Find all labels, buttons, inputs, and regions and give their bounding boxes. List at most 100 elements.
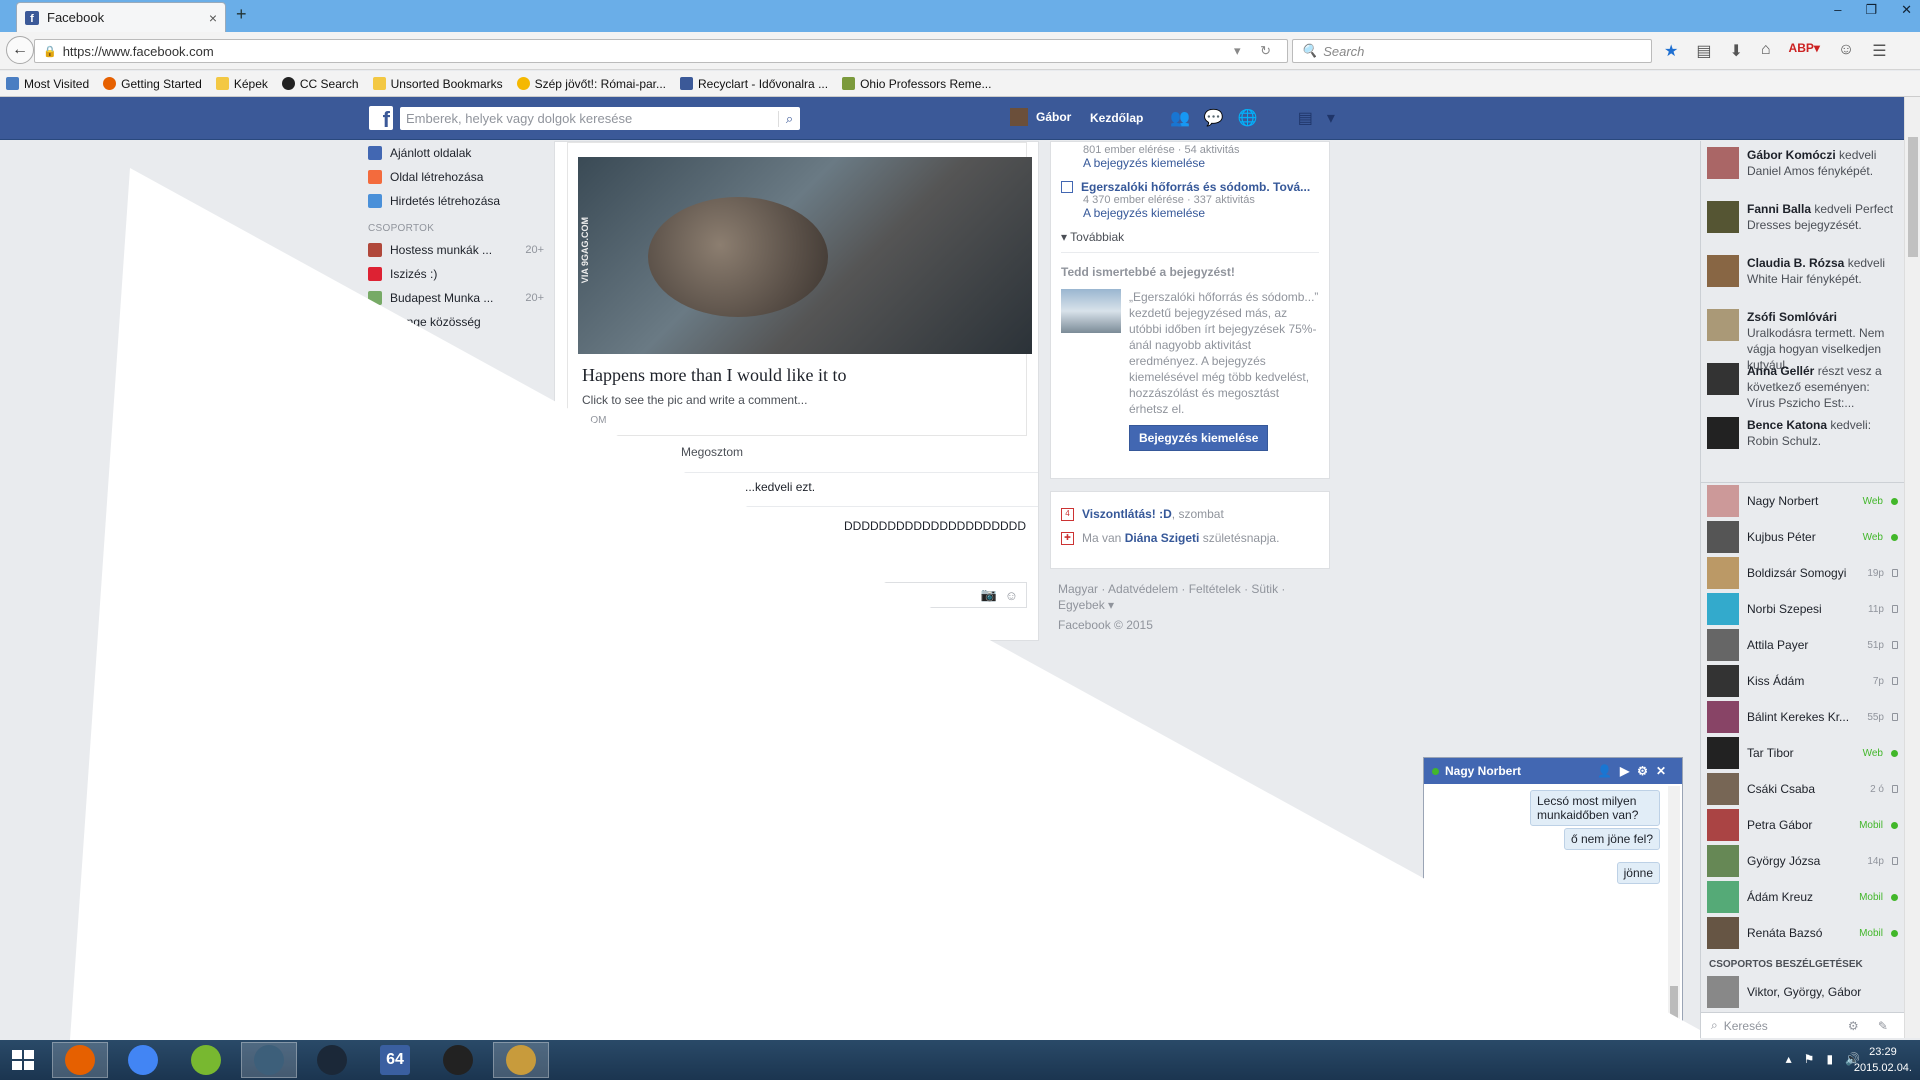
minimize-button[interactable]: – — [1834, 2, 1841, 18]
profile-link[interactable]: Gábor — [1010, 108, 1071, 126]
chat-contact[interactable]: Csáki Csaba 2 ó — [1701, 771, 1904, 807]
emoji-icon[interactable]: ☺ — [1005, 588, 1018, 603]
ticker-item[interactable]: Bence Katona kedveli: Robin Schulz. — [1701, 411, 1904, 465]
new-tab-button[interactable]: + — [236, 4, 247, 25]
taskbar-teamspeak[interactable] — [241, 1042, 297, 1078]
taskbar-steam[interactable] — [304, 1042, 360, 1078]
sidebar-group-item[interactable]: Iszizés :) — [368, 262, 544, 286]
taskbar-64[interactable]: 64 — [367, 1042, 423, 1078]
chat-contact[interactable]: György Józsa 14p — [1701, 843, 1904, 879]
reload-icon[interactable]: ▾ ↻ — [1234, 43, 1287, 59]
chat-icon[interactable]: ☺ — [1838, 41, 1854, 61]
taskbar-chrome[interactable] — [115, 1042, 171, 1078]
search-icon[interactable]: ⌕ — [778, 110, 800, 127]
menu-icon[interactable]: ☰ — [1872, 41, 1886, 61]
back-icon[interactable]: ← — [6, 36, 34, 64]
chat-settings-icon[interactable]: ⚙ ✎ — [1848, 1019, 1904, 1033]
close-icon[interactable]: ✕ — [1656, 764, 1674, 778]
camera-icon[interactable]: 📷 — [981, 587, 997, 603]
close-button[interactable]: ✕ — [1901, 2, 1912, 18]
more-link[interactable]: ▾ Továbbiak — [1061, 230, 1319, 253]
tray-arrow-icon[interactable]: ▴ — [1786, 1052, 1792, 1066]
bookmark-kepek[interactable]: Képek — [215, 77, 268, 91]
footer-links[interactable]: Magyar · Adatvédelem · Feltételek · Süti… — [1058, 581, 1330, 613]
boost-link[interactable]: A bejegyzés kiemelése — [1083, 206, 1319, 220]
home-link[interactable]: Kezdőlap — [1090, 111, 1143, 125]
page-scrollbar[interactable] — [1904, 97, 1920, 1038]
adblock-icon[interactable]: ABP▾ — [1789, 41, 1820, 61]
chat-contact[interactable]: Renáta Bazsó Mobil — [1701, 915, 1904, 951]
chat-contact[interactable]: Kujbus Péter Web — [1701, 519, 1904, 555]
network-icon[interactable]: ▮ — [1826, 1052, 1833, 1066]
taskbar-league[interactable] — [493, 1042, 549, 1078]
flag-icon[interactable]: ⚑ — [1804, 1052, 1815, 1066]
sidebar-group-item[interactable]: ...ange közösség — [368, 310, 544, 334]
sidebar-item-create-page[interactable]: Oldal létrehozása — [368, 165, 544, 189]
taskbar-clock[interactable]: 23:29 2015.02.04. — [1854, 1044, 1912, 1076]
scrollbar-thumb[interactable] — [1670, 986, 1678, 1026]
ticker-item[interactable]: Fanni Balla kedveli Perfect Dresses beje… — [1701, 195, 1904, 249]
bookmark-most-visited[interactable]: Most Visited — [6, 77, 89, 91]
birthday-item[interactable]: ✚ Ma van Diána Szigeti születésnapja. — [1061, 526, 1319, 550]
boost-link[interactable]: A bejegyzés kiemelése — [1083, 156, 1319, 170]
chat-contact[interactable]: Petra Gábor Mobil — [1701, 807, 1904, 843]
event-item[interactable]: 4 Viszontlátás! :D, szombat — [1061, 502, 1319, 526]
comment-input[interactable]: 📷 ☺ — [567, 582, 1027, 608]
sidebar-group-item[interactable]: ...tó /... — [368, 334, 544, 358]
sidebar-group-item[interactable]: Budapest Munka ... 20+ — [368, 286, 544, 310]
taskbar-firefox[interactable] — [52, 1042, 108, 1078]
sidebar-item-create-ad[interactable]: Hirdetés létrehozása — [368, 189, 544, 213]
ticker-item[interactable]: Gábor Komóczi kedveli Daniel Amos fényké… — [1701, 141, 1904, 195]
url-bar[interactable]: 🔒 https://www.facebook.com ▾ ↻ — [34, 39, 1288, 63]
link-preview[interactable]: VIA 9GAG.COM Happens more than I would l… — [567, 142, 1032, 436]
chat-contact[interactable]: Tar Tibor Web — [1701, 735, 1904, 771]
group-chat-item[interactable]: Viktor, György, Gábor — [1701, 974, 1904, 1010]
chat-window-name[interactable]: Nagy Norbert — [1445, 764, 1521, 778]
ticker-item[interactable]: Zsófi Somlóvári Uralkodásra termett. Nem… — [1701, 303, 1904, 372]
bookmark-ohio[interactable]: Ohio Professors Reme... — [842, 77, 991, 91]
browser-search-input[interactable]: 🔍 Search — [1292, 39, 1652, 63]
taskbar-aperture[interactable] — [430, 1042, 486, 1078]
ticker-item[interactable]: Anna Gellér részt vesz a következő esemé… — [1701, 357, 1904, 411]
chat-contact[interactable]: Boldizsár Somogyi 19p — [1701, 555, 1904, 591]
bookmark-szep-jovot[interactable]: Szép jövőt!: Római-par... — [516, 77, 666, 91]
notifications-icon[interactable]: 🌐 — [1238, 108, 1258, 128]
video-call-icon[interactable]: ▶ — [1620, 764, 1637, 778]
chat-contact[interactable]: Nagy Norbert Web — [1701, 483, 1904, 519]
bookmark-unsorted[interactable]: Unsorted Bookmarks — [372, 77, 503, 91]
chat-contact[interactable]: Kiss Ádám 7p — [1701, 663, 1904, 699]
restore-button[interactable]: ❐ — [1865, 2, 1877, 18]
sidebar-group-item[interactable]: Hostess munkák ... 20+ — [368, 238, 544, 262]
promo-thumbnail[interactable] — [1061, 289, 1121, 333]
messages-icon[interactable]: 💬 — [1204, 108, 1224, 128]
chat-contact[interactable]: Bálint Kerekes Kr... 55p — [1701, 699, 1904, 735]
chat-contact[interactable]: Ádám Kreuz Mobil — [1701, 879, 1904, 915]
gear-icon[interactable]: ⚙ — [1637, 764, 1656, 778]
download-icon[interactable]: ⬇ — [1729, 41, 1742, 61]
chat-window-header[interactable]: Nagy Norbert 👤▶⚙✕ — [1424, 758, 1682, 784]
windows-start-icon[interactable] — [8, 1046, 38, 1074]
link-title[interactable]: Happens more than I would like it to — [582, 365, 846, 386]
chat-contact[interactable]: Attila Payer 51p — [1701, 627, 1904, 663]
privacy-icon[interactable]: ▤ — [1298, 108, 1313, 128]
friend-requests-icon[interactable]: 👥 — [1170, 108, 1190, 128]
ticker-item[interactable]: Claudia B. Rózsa kedveli White Hair fény… — [1701, 249, 1904, 303]
chat-contact[interactable]: Norbi Szepesi 11p — [1701, 591, 1904, 627]
facebook-search-input[interactable]: Emberek, helyek vagy dolgok keresése ⌕ — [400, 107, 800, 130]
link-image[interactable]: VIA 9GAG.COM — [578, 157, 1032, 354]
account-menu-icon[interactable]: ▾ — [1327, 108, 1335, 128]
share-button[interactable]: Megosztom — [681, 445, 743, 459]
bookmark-recyclart[interactable]: Recyclart - Idővonalra ... — [680, 77, 828, 91]
chat-search-input[interactable]: ⌕ Keresés ⚙ ✎ — [1701, 1012, 1904, 1038]
taskbar-utorrent[interactable] — [178, 1042, 234, 1078]
bookmark-star-icon[interactable]: ★ — [1664, 41, 1678, 61]
bookmark-getting-started[interactable]: Getting Started — [103, 77, 202, 91]
facebook-logo-icon[interactable]: f — [369, 106, 393, 130]
boost-post-button[interactable]: Bejegyzés kiemelése — [1129, 425, 1269, 451]
post-link[interactable]: Egerszalóki hőforrás és sódomb. Tová... — [1061, 180, 1319, 194]
reading-list-icon[interactable]: ▤ — [1696, 41, 1711, 61]
scrollbar-thumb[interactable] — [1908, 137, 1918, 257]
sidebar-item-pages-feed[interactable]: Ajánlott oldalak — [368, 141, 544, 165]
home-icon[interactable]: ⌂ — [1761, 41, 1771, 61]
bookmark-cc-search[interactable]: CC Search — [281, 77, 359, 91]
